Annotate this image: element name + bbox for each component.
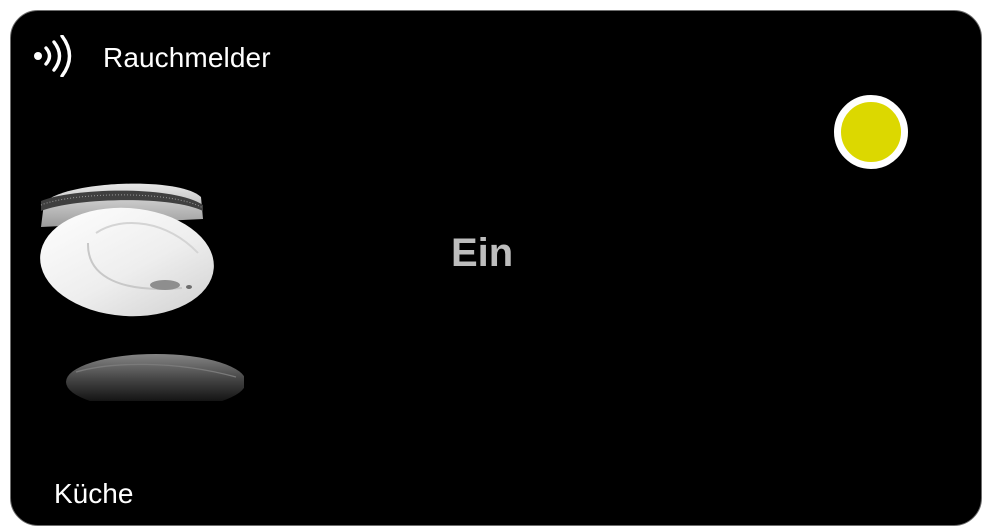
wireless-signal-icon bbox=[31, 34, 77, 78]
smoke-detector-icon bbox=[29, 161, 246, 410]
tile-header: Rauchmelder bbox=[11, 11, 981, 101]
smoke-detector-tile[interactable]: Rauchmelder Ein Küche bbox=[10, 10, 982, 526]
status-text: Ein bbox=[451, 231, 514, 275]
widget-title: Rauchmelder bbox=[103, 42, 271, 73]
status-indicator bbox=[834, 95, 908, 169]
room-label: Küche bbox=[54, 478, 134, 509]
